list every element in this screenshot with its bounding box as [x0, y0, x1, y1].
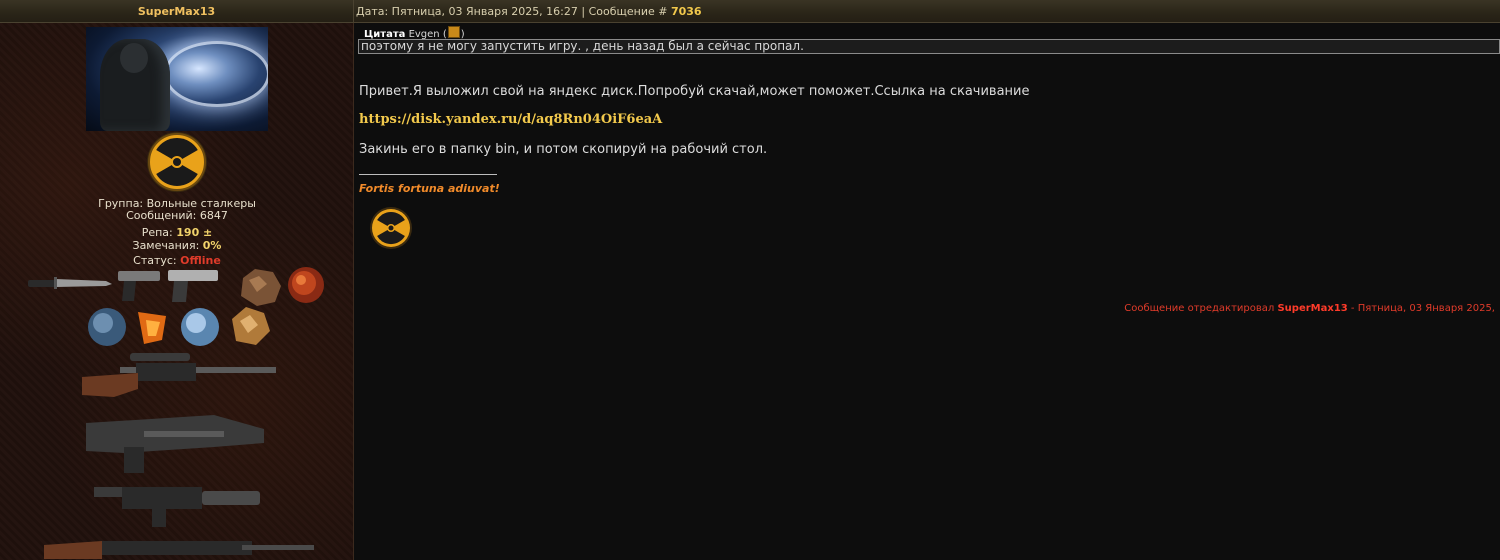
author-name[interactable]: SuperMax13 — [0, 0, 354, 23]
message-number-link[interactable]: 7036 — [671, 5, 702, 18]
machine-gun-icon — [44, 541, 314, 559]
post-text-paragraph-1: Привет.Я выложил свой на яндекс диск.Поп… — [359, 84, 1030, 99]
sniper-rifle-icon — [82, 353, 276, 397]
signature-radiation-icon — [370, 207, 412, 249]
quote-header: Цитата Evgen () — [364, 26, 465, 40]
user-sidebar: Группа: Вольные сталкеры Сообщений: 6847… — [0, 23, 354, 560]
artifact-blue-icon — [88, 308, 126, 346]
quote-jump-icon[interactable] — [447, 26, 460, 38]
signature-divider — [359, 174, 497, 175]
artifact-rock-icon — [241, 269, 281, 306]
post-text-paragraph-2: Закинь его в папку bin, и потом скопируй… — [359, 142, 768, 157]
knife-icon — [28, 277, 112, 289]
post-date: Дата: Пятница, 03 Января 2025, 16:27 | С… — [356, 5, 671, 18]
radiation-rank-icon — [147, 132, 207, 192]
artifact-flame-icon — [138, 312, 166, 344]
edited-by-user[interactable]: SuperMax13 — [1277, 303, 1347, 314]
status-offline-badge: Offline — [180, 254, 221, 267]
user-reputation: Репа: 190 ± — [141, 226, 213, 239]
desert-eagle-icon — [168, 270, 218, 302]
artifact-fireball-icon — [288, 267, 324, 303]
warnings-value: 0% — [202, 239, 222, 252]
yandex-disk-link[interactable]: https://disk.yandex.ru/d/aq8Rn04OiF6eaA — [359, 112, 662, 127]
artifact-gold-icon — [232, 307, 270, 345]
artifact-crystal-icon — [181, 308, 219, 346]
assault-rifle-f2000-icon — [86, 415, 264, 473]
signature-motto: Fortis fortuna adiuvat! — [359, 182, 500, 195]
user-message-count: Сообщений: 6847 — [126, 209, 228, 222]
grenade-launcher-icon — [94, 487, 260, 527]
pistol-icon — [118, 271, 160, 301]
post-body: Цитата Evgen () поэтому я не могу запуст… — [355, 23, 1500, 560]
edited-note: Сообщение отредактировал SuperMax13 - Пя… — [1124, 303, 1495, 314]
post-meta: Дата: Пятница, 03 Января 2025, 16:27 | С… — [356, 0, 702, 23]
post-header: SuperMax13 Дата: Пятница, 03 Января 2025… — [0, 0, 1500, 23]
reputation-value[interactable]: 190 ± — [176, 226, 212, 239]
quote-box: поэтому я не могу запустить игру. , день… — [358, 39, 1500, 54]
user-avatar — [86, 27, 268, 131]
user-warnings: Замечания: 0% — [132, 239, 222, 252]
